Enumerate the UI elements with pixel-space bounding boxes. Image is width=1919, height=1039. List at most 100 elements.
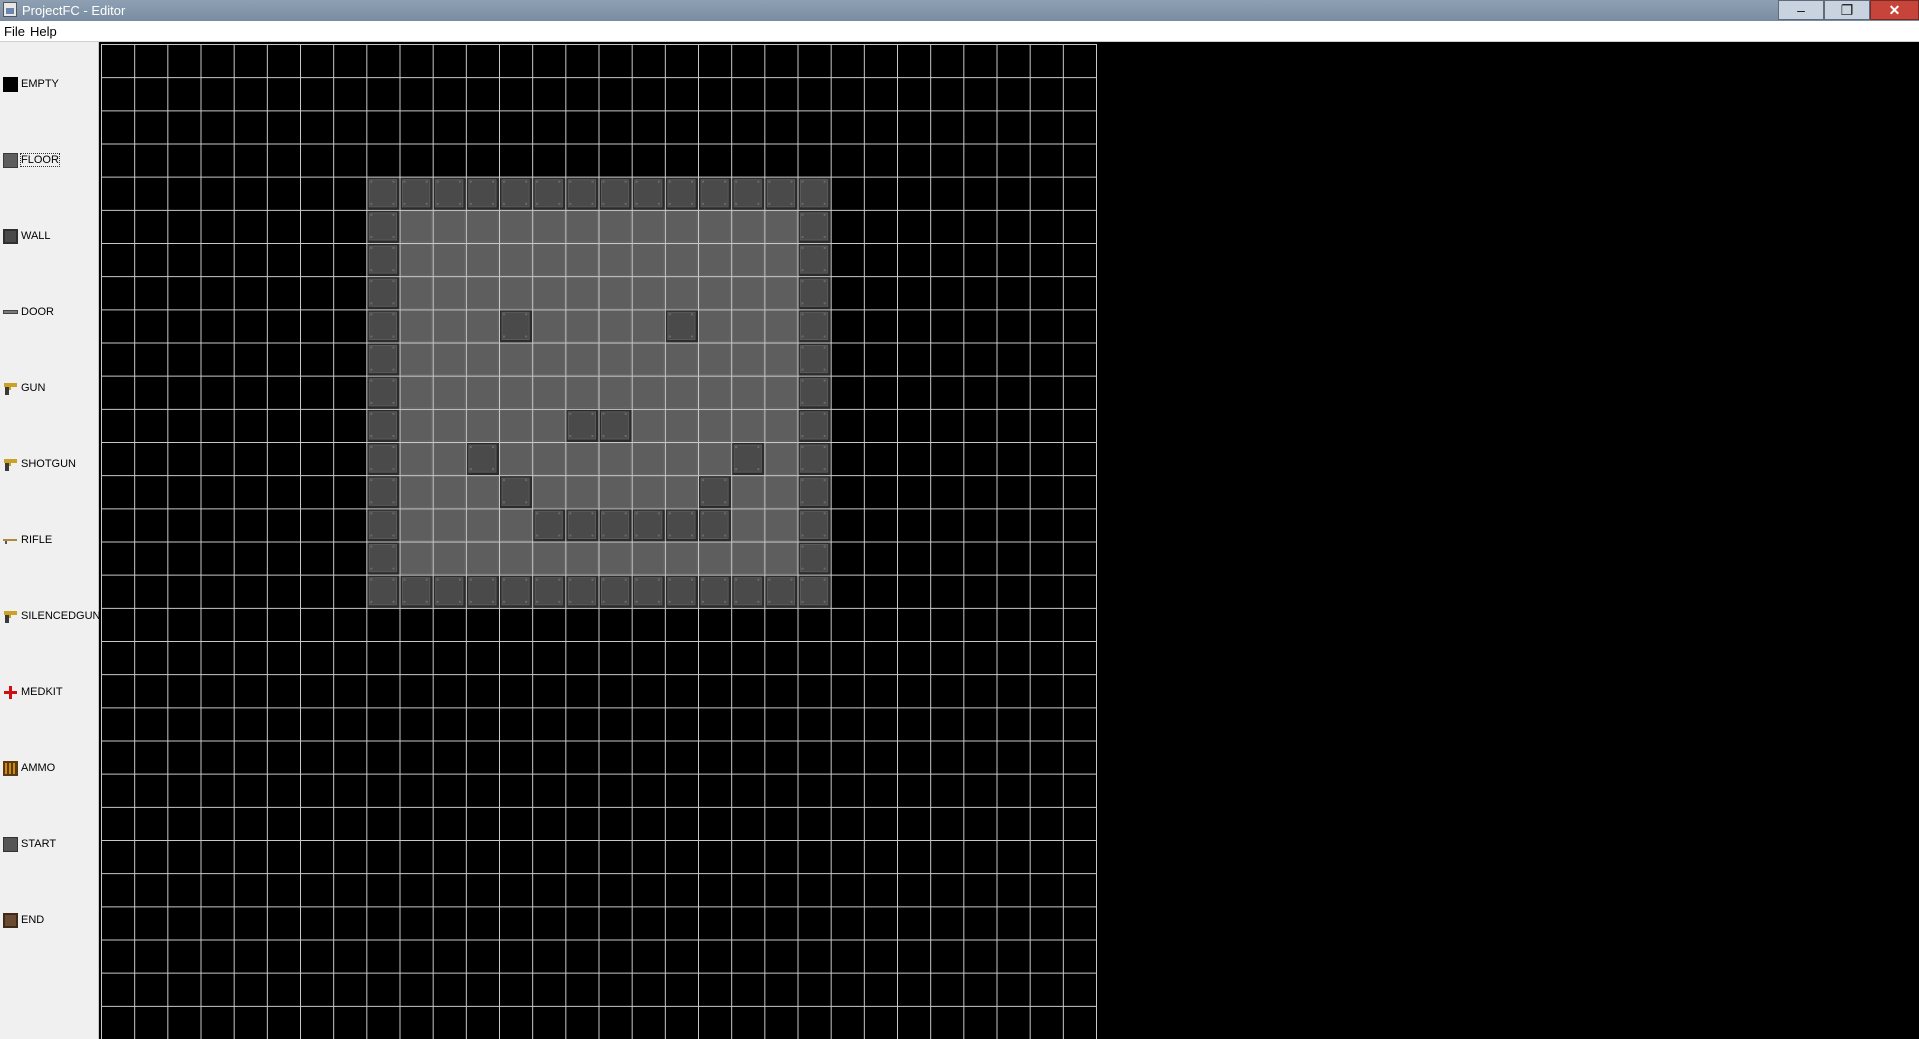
floor-tile[interactable] bbox=[598, 475, 632, 509]
floor-tile[interactable] bbox=[698, 442, 732, 476]
floor-tile[interactable] bbox=[499, 375, 533, 409]
floor-tile[interactable] bbox=[565, 475, 599, 509]
wall-tile[interactable] bbox=[565, 508, 599, 542]
wall-tile[interactable] bbox=[797, 209, 831, 243]
palette-item-door[interactable]: DOOR bbox=[3, 300, 95, 324]
floor-tile[interactable] bbox=[631, 342, 665, 376]
wall-tile[interactable] bbox=[399, 574, 433, 608]
wall-tile[interactable] bbox=[366, 342, 400, 376]
floor-tile[interactable] bbox=[664, 442, 698, 476]
wall-tile[interactable] bbox=[797, 442, 831, 476]
floor-tile[interactable] bbox=[432, 475, 466, 509]
wall-tile[interactable] bbox=[731, 442, 765, 476]
wall-tile[interactable] bbox=[366, 408, 400, 442]
floor-tile[interactable] bbox=[399, 541, 433, 575]
floor-tile[interactable] bbox=[399, 375, 433, 409]
floor-tile[interactable] bbox=[565, 442, 599, 476]
floor-tile[interactable] bbox=[698, 342, 732, 376]
floor-tile[interactable] bbox=[465, 541, 499, 575]
wall-tile[interactable] bbox=[432, 176, 466, 210]
floor-tile[interactable] bbox=[499, 209, 533, 243]
floor-tile[interactable] bbox=[631, 442, 665, 476]
floor-tile[interactable] bbox=[731, 276, 765, 310]
wall-tile[interactable] bbox=[366, 375, 400, 409]
wall-tile[interactable] bbox=[366, 574, 400, 608]
wall-tile[interactable] bbox=[366, 243, 400, 277]
floor-tile[interactable] bbox=[764, 342, 798, 376]
palette-item-shotgun[interactable]: SHOTGUN bbox=[3, 452, 95, 476]
floor-tile[interactable] bbox=[664, 243, 698, 277]
floor-tile[interactable] bbox=[698, 375, 732, 409]
floor-tile[interactable] bbox=[631, 408, 665, 442]
wall-tile[interactable] bbox=[797, 475, 831, 509]
wall-tile[interactable] bbox=[499, 574, 533, 608]
floor-tile[interactable] bbox=[731, 342, 765, 376]
wall-tile[interactable] bbox=[366, 309, 400, 343]
wall-tile[interactable] bbox=[499, 475, 533, 509]
wall-tile[interactable] bbox=[797, 375, 831, 409]
wall-tile[interactable] bbox=[399, 176, 433, 210]
floor-tile[interactable] bbox=[399, 508, 433, 542]
wall-tile[interactable] bbox=[698, 508, 732, 542]
floor-tile[interactable] bbox=[532, 375, 566, 409]
palette-item-end[interactable]: END bbox=[3, 908, 95, 932]
floor-tile[interactable] bbox=[432, 442, 466, 476]
floor-tile[interactable] bbox=[432, 541, 466, 575]
wall-tile[interactable] bbox=[598, 574, 632, 608]
wall-tile[interactable] bbox=[698, 574, 732, 608]
floor-tile[interactable] bbox=[698, 209, 732, 243]
wall-tile[interactable] bbox=[664, 309, 698, 343]
floor-tile[interactable] bbox=[432, 375, 466, 409]
floor-tile[interactable] bbox=[499, 243, 533, 277]
floor-tile[interactable] bbox=[764, 442, 798, 476]
floor-tile[interactable] bbox=[399, 408, 433, 442]
floor-tile[interactable] bbox=[399, 276, 433, 310]
floor-tile[interactable] bbox=[664, 276, 698, 310]
floor-tile[interactable] bbox=[664, 541, 698, 575]
floor-tile[interactable] bbox=[532, 475, 566, 509]
wall-tile[interactable] bbox=[731, 176, 765, 210]
wall-tile[interactable] bbox=[797, 176, 831, 210]
floor-tile[interactable] bbox=[465, 475, 499, 509]
floor-tile[interactable] bbox=[664, 209, 698, 243]
floor-tile[interactable] bbox=[598, 541, 632, 575]
floor-tile[interactable] bbox=[631, 375, 665, 409]
wall-tile[interactable] bbox=[432, 574, 466, 608]
wall-tile[interactable] bbox=[366, 442, 400, 476]
floor-tile[interactable] bbox=[399, 309, 433, 343]
menu-file[interactable]: File bbox=[4, 24, 25, 39]
floor-tile[interactable] bbox=[764, 309, 798, 343]
floor-tile[interactable] bbox=[631, 309, 665, 343]
wall-tile[interactable] bbox=[598, 408, 632, 442]
floor-tile[interactable] bbox=[565, 243, 599, 277]
palette-item-rifle[interactable]: RIFLE bbox=[3, 528, 95, 552]
floor-tile[interactable] bbox=[764, 408, 798, 442]
floor-tile[interactable] bbox=[764, 541, 798, 575]
wall-tile[interactable] bbox=[664, 574, 698, 608]
wall-tile[interactable] bbox=[764, 574, 798, 608]
floor-tile[interactable] bbox=[565, 375, 599, 409]
floor-tile[interactable] bbox=[731, 209, 765, 243]
wall-tile[interactable] bbox=[631, 574, 665, 608]
map-grid[interactable] bbox=[101, 44, 1097, 1039]
floor-tile[interactable] bbox=[631, 475, 665, 509]
floor-tile[interactable] bbox=[598, 342, 632, 376]
floor-tile[interactable] bbox=[764, 243, 798, 277]
wall-tile[interactable] bbox=[565, 176, 599, 210]
wall-tile[interactable] bbox=[631, 176, 665, 210]
floor-tile[interactable] bbox=[532, 442, 566, 476]
floor-tile[interactable] bbox=[764, 276, 798, 310]
floor-tile[interactable] bbox=[731, 243, 765, 277]
wall-tile[interactable] bbox=[532, 508, 566, 542]
floor-tile[interactable] bbox=[399, 475, 433, 509]
map-canvas[interactable] bbox=[101, 44, 1097, 1039]
floor-tile[interactable] bbox=[465, 342, 499, 376]
wall-tile[interactable] bbox=[598, 508, 632, 542]
close-button[interactable]: ✕ bbox=[1870, 0, 1919, 20]
menu-help[interactable]: Help bbox=[30, 24, 57, 39]
floor-tile[interactable] bbox=[532, 209, 566, 243]
floor-tile[interactable] bbox=[664, 408, 698, 442]
wall-tile[interactable] bbox=[366, 209, 400, 243]
floor-tile[interactable] bbox=[465, 408, 499, 442]
floor-tile[interactable] bbox=[532, 541, 566, 575]
